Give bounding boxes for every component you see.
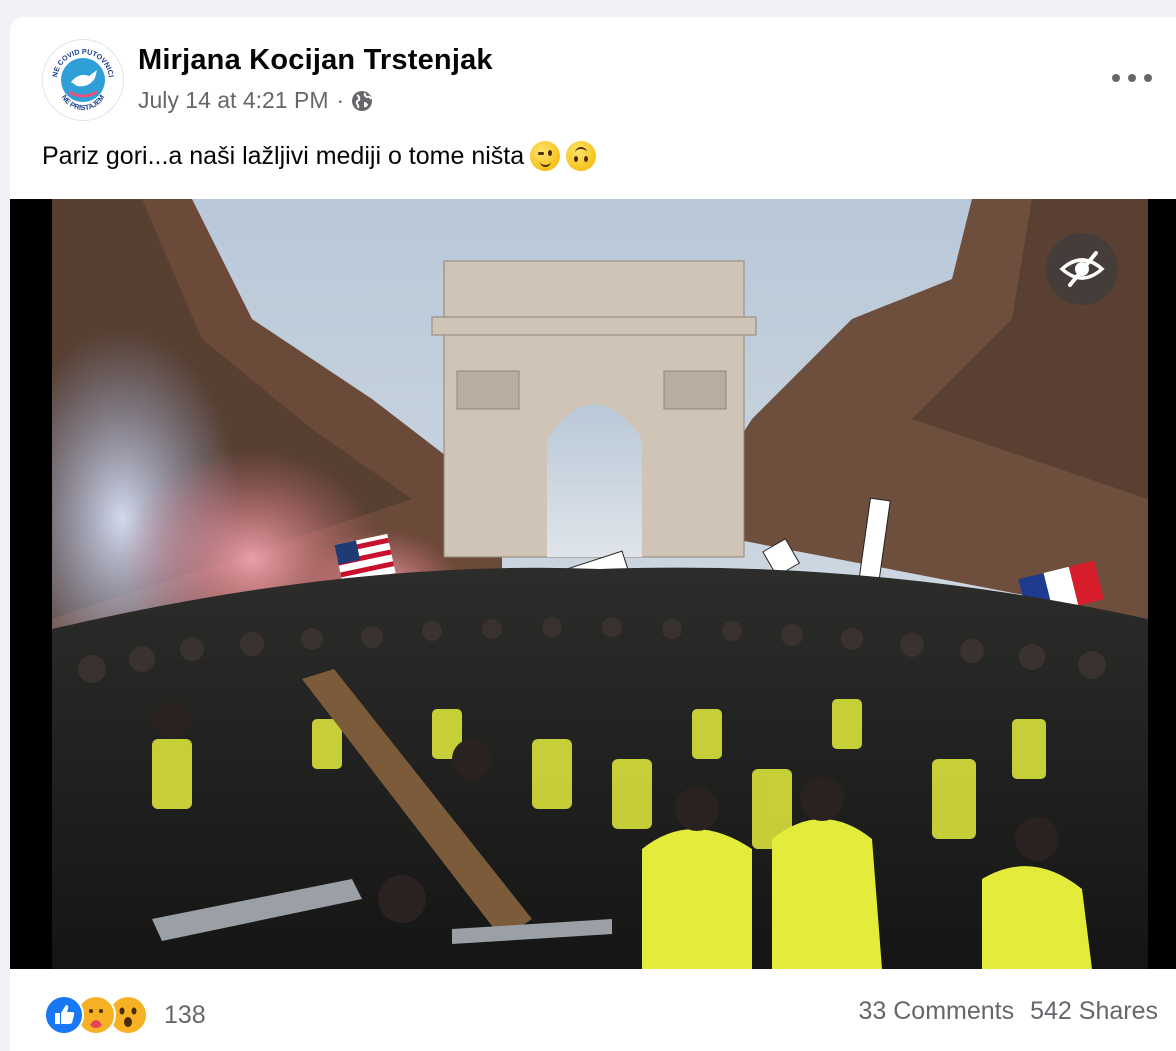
upside-down-face-emoji-icon	[566, 141, 597, 171]
eye-slash-icon	[1059, 251, 1105, 287]
protest-photo-illustration	[52, 199, 1148, 969]
post-image-frame[interactable]	[10, 199, 1176, 969]
post-card: NE COVID PUTOVNICI NE PRISTAJEM Mirjana …	[10, 17, 1176, 1051]
dot-icon	[1128, 74, 1136, 82]
dot-icon	[1112, 74, 1120, 82]
hide-image-button[interactable]	[1046, 233, 1118, 305]
globe-icon[interactable]	[350, 89, 374, 113]
author-name[interactable]: Mirjana Kocijan Trstenjak	[138, 44, 493, 77]
post-photo[interactable]	[52, 199, 1148, 969]
avatar[interactable]: NE COVID PUTOVNICI NE PRISTAJEM	[42, 39, 124, 121]
shares-count-link[interactable]: 542 Shares	[1030, 997, 1158, 1026]
post-caption: Pariz gori...a naši lažljivi mediji o to…	[42, 141, 597, 171]
caption-text: Pariz gori...a naši lažljivi mediji o to…	[42, 141, 525, 170]
meta-separator: ·	[336, 87, 345, 113]
post-stats: 33 Comments 542 Shares	[859, 997, 1159, 1026]
reactions-summary[interactable]: 138	[44, 995, 206, 1035]
post-header: NE COVID PUTOVNICI NE PRISTAJEM Mirjana …	[10, 17, 1176, 127]
wink-emoji-icon	[530, 141, 561, 171]
comments-count-link[interactable]: 33 Comments	[859, 997, 1015, 1026]
post-timestamp[interactable]: July 14 at 4:21 PM	[138, 87, 329, 114]
badge-logo-icon: NE COVID PUTOVNICI NE PRISTAJEM	[46, 43, 120, 117]
post-footer: 138 33 Comments 542 Shares	[10, 969, 1176, 1051]
dot-icon	[1144, 74, 1152, 82]
more-options-button[interactable]	[1112, 63, 1152, 93]
like-icon	[44, 995, 84, 1035]
reaction-count: 138	[164, 1000, 206, 1029]
post-meta: July 14 at 4:21 PM ·	[138, 87, 374, 114]
